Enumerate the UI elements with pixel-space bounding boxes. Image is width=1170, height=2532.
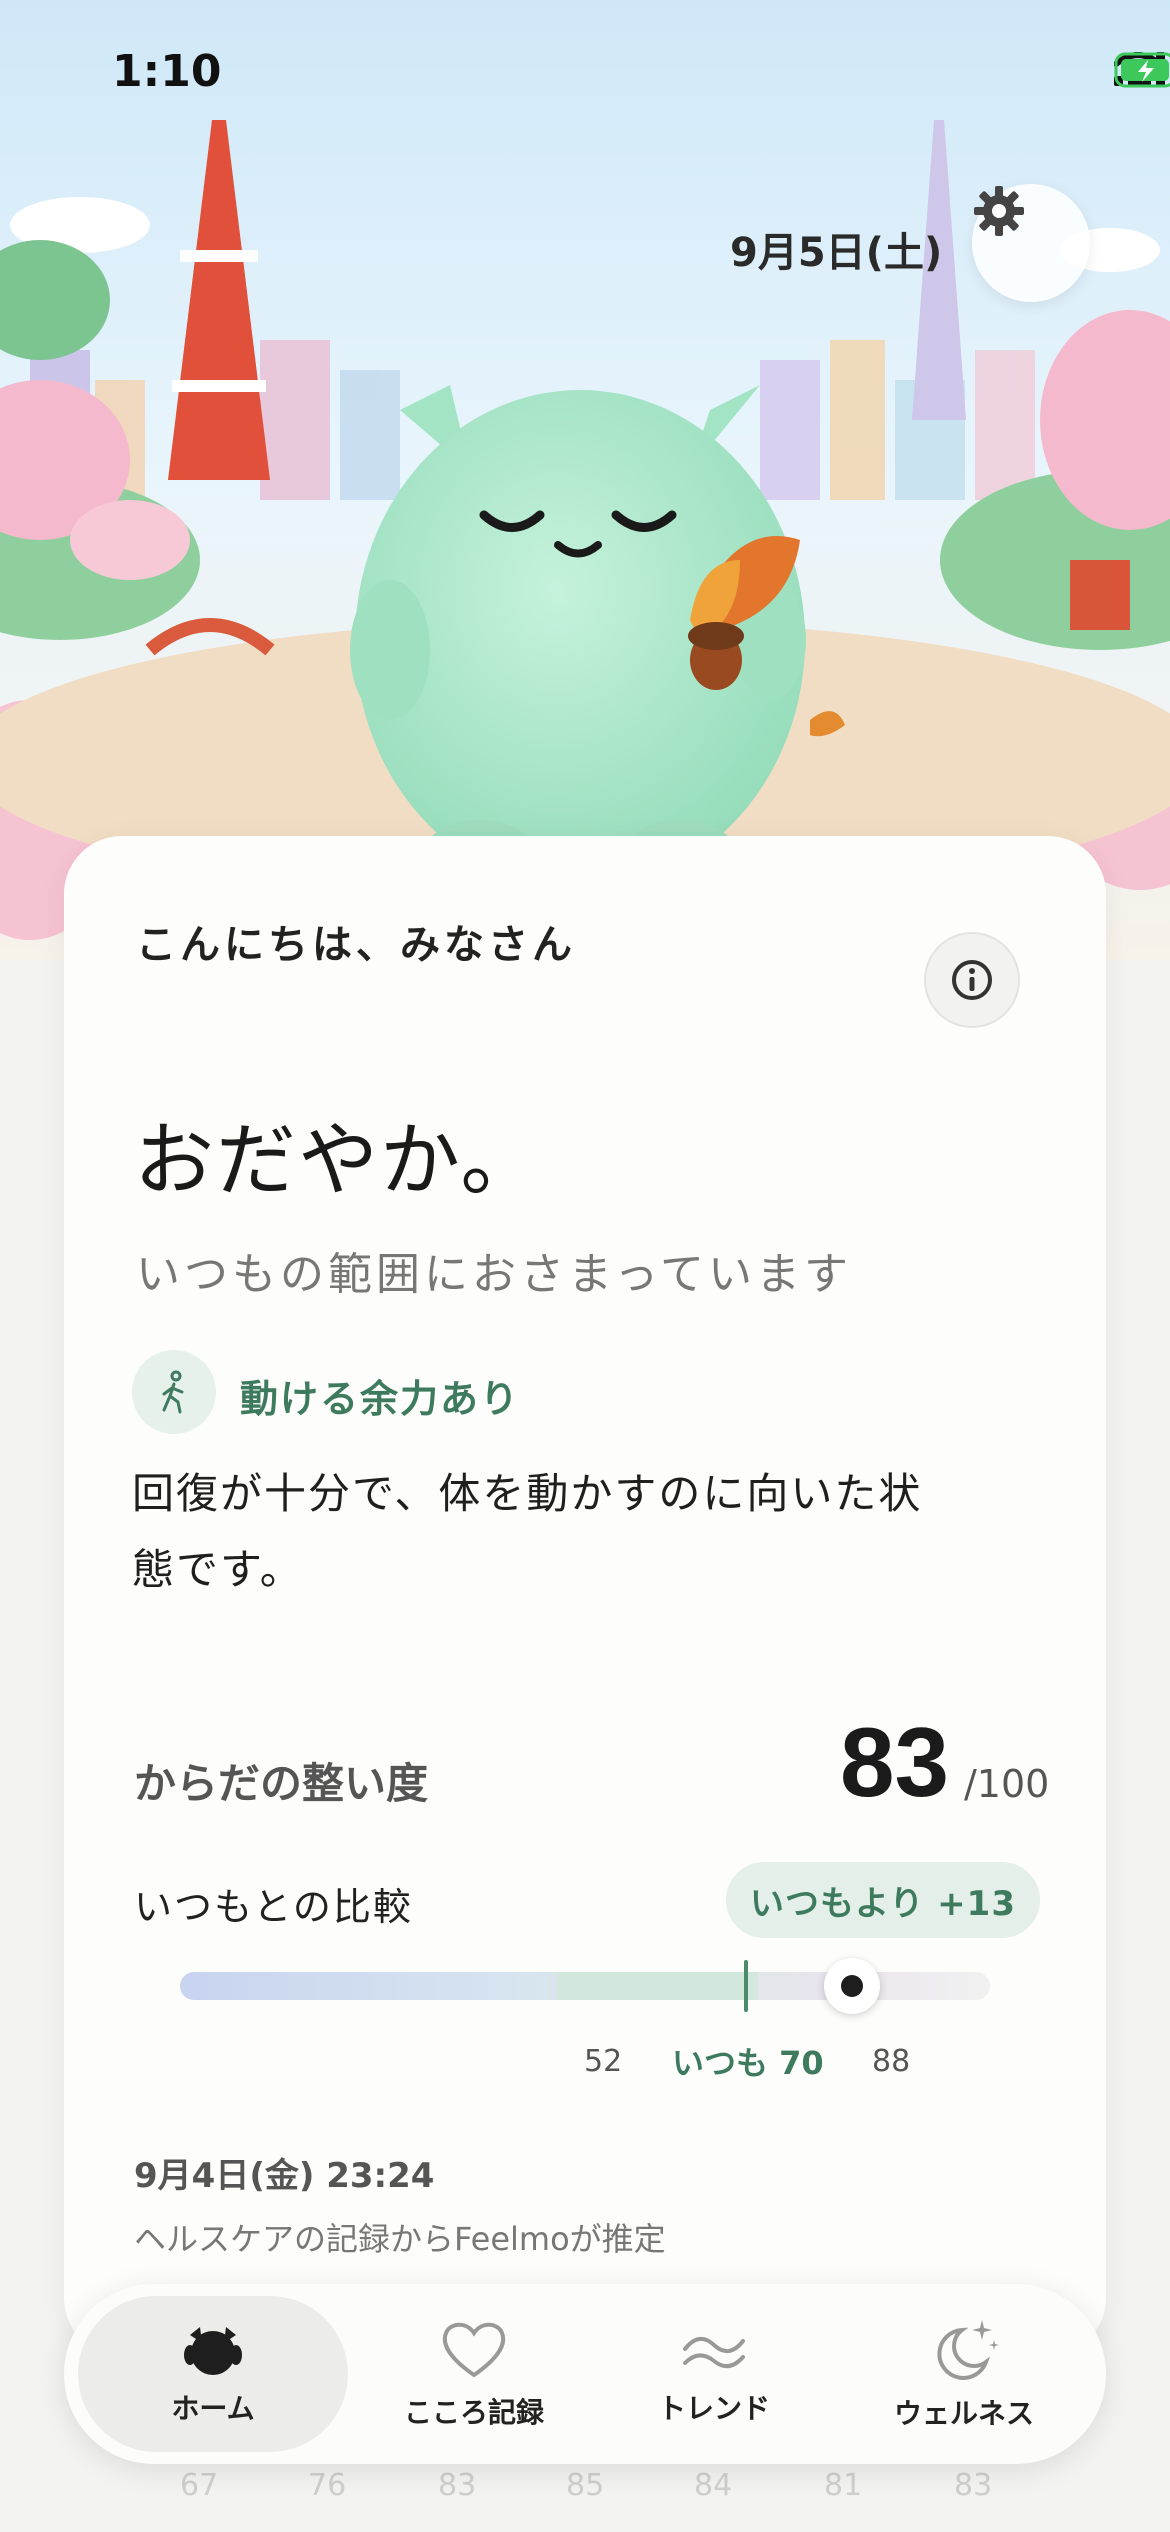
mood-title: おだやか。 — [134, 1114, 543, 1207]
capacity-label: 動ける余力あり — [240, 1377, 521, 1421]
faded-value: 81 — [824, 2468, 863, 2503]
battery-icon — [1114, 52, 1170, 88]
faded-value: 67 — [180, 2468, 219, 2503]
date-label: 9月5日(土) — [730, 230, 943, 276]
mood-subtitle: いつもの範囲におさまっています — [136, 1249, 853, 1300]
moon-sparkle-icon — [937, 2320, 999, 2380]
status-card: こんにちは、みなさん おだやか。 いつもの範囲におさまっています 動ける余力あり… — [64, 836, 1106, 2356]
score-label: からだの整い度 — [134, 1759, 429, 1808]
faded-values-row: 67 76 83 85 84 81 83 — [0, 2468, 1170, 2508]
tab-mood-log[interactable]: こころ記録 — [364, 2296, 584, 2452]
character-icon — [184, 2327, 242, 2375]
tab-home[interactable]: ホーム — [78, 2296, 348, 2452]
range-usual-band — [558, 1972, 758, 2000]
range-low-label: 52 — [584, 2044, 623, 2079]
info-button[interactable] — [924, 932, 1020, 1028]
capacity-badge — [132, 1350, 216, 1434]
record-date: 9月4日(金) 23:24 — [134, 2156, 435, 2196]
faded-value: 84 — [694, 2468, 733, 2503]
settings-button[interactable] — [972, 184, 1090, 302]
tab-mood-log-label: こころ記録 — [403, 2396, 544, 2429]
faded-value: 83 — [954, 2468, 993, 2503]
score-value: 83 — [840, 1707, 950, 1817]
wave-icon — [683, 2337, 745, 2369]
compare-label: いつもとの比較 — [134, 1885, 413, 1929]
greeting-text: こんにちは、みなさん — [136, 922, 576, 968]
range-current-knob — [824, 1958, 880, 2014]
compare-badge: いつもより +13 — [726, 1862, 1040, 1938]
tab-wellness-label: ウェルネス — [893, 2397, 1034, 2430]
status-time: 1:10 — [112, 46, 222, 97]
capacity-description: 回復が十分で、体を動かすのに向いた状態です。 — [132, 1469, 923, 1594]
range-high-label: 88 — [872, 2044, 911, 2079]
gear-icon — [974, 186, 1024, 236]
hero-scene: 1:10 9月5日(土) — [0, 0, 1170, 960]
tab-home-label: ホーム — [171, 2392, 255, 2425]
record-source: ヘルスケアの記録からFeelmoが推定 — [134, 2220, 666, 2258]
bottom-tab-bar: ホーム こころ記録 トレンド ウェルネス — [64, 2284, 1106, 2464]
faded-value: 85 — [566, 2468, 605, 2503]
tab-trend[interactable]: トレンド — [604, 2296, 824, 2452]
tab-trend-label: トレンド — [657, 2392, 770, 2425]
tab-wellness[interactable]: ウェルネス — [854, 2296, 1074, 2452]
faded-value: 76 — [308, 2468, 347, 2503]
heart-icon — [442, 2322, 506, 2378]
walking-person-icon — [162, 1370, 184, 1414]
hero-illustration — [0, 0, 1170, 960]
range-usual-label: いつも 70 — [672, 2044, 824, 2082]
range-usual-marker — [744, 1960, 748, 2012]
score-max: /100 — [964, 1762, 1050, 1806]
info-icon — [952, 960, 992, 1000]
faded-value: 83 — [438, 2468, 477, 2503]
